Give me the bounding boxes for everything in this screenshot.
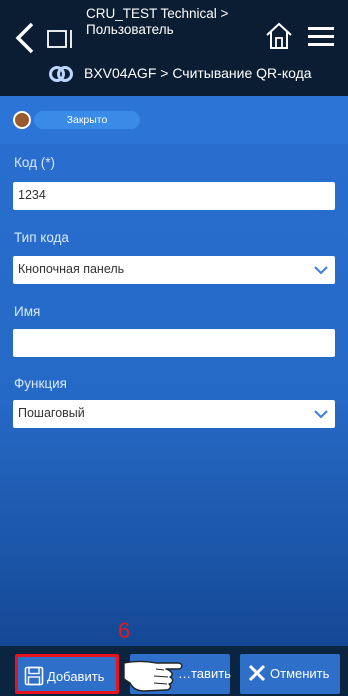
chevron-down-icon xyxy=(314,410,328,419)
link-icon xyxy=(49,66,73,82)
function-label: Функция xyxy=(14,376,67,391)
cancel-button[interactable]: Отменить xyxy=(240,654,340,694)
back-arrow-icon[interactable] xyxy=(12,18,38,58)
form-area: Закрыто Код (*) 1234 Тип кода Кнопочная … xyxy=(0,96,348,646)
code-type-label: Тип кода xyxy=(14,230,69,245)
home-icon[interactable] xyxy=(264,20,294,52)
breadcrumb-text: BXV04AGF > Считывание QR-кода xyxy=(84,65,312,81)
status-indicator-dot xyxy=(13,111,31,129)
code-label: Код (*) xyxy=(14,155,55,170)
code-input[interactable]: 1234 xyxy=(13,182,335,210)
add-button[interactable]: Добавить xyxy=(15,654,119,694)
code-type-value: Кнопочная панель xyxy=(18,262,125,276)
user-title: Пользователь xyxy=(86,22,174,37)
status-badge[interactable]: Закрыто xyxy=(34,111,140,129)
pointing-hand-icon xyxy=(123,660,183,692)
code-type-select[interactable]: Кнопочная панель xyxy=(13,256,335,284)
cancel-button-label: Отменить xyxy=(270,666,330,681)
name-label: Имя xyxy=(14,304,41,319)
chevron-down-icon xyxy=(314,266,328,275)
save-disk-icon xyxy=(24,666,44,686)
device-icon[interactable] xyxy=(46,26,76,54)
hamburger-menu-icon[interactable] xyxy=(306,24,336,50)
name-input[interactable] xyxy=(13,329,335,357)
function-select[interactable]: Пошаговый xyxy=(13,400,335,428)
close-icon xyxy=(248,664,266,682)
breadcrumb: BXV04AGF > Считывание QR-кода xyxy=(0,60,348,88)
app-header: CRU_TEST Technical > Пользователь BXV04A… xyxy=(0,0,348,96)
step-number-annotation: 6 xyxy=(118,618,131,643)
header-title: CRU_TEST Technical > Пользователь xyxy=(86,6,246,38)
status-row: Закрыто xyxy=(0,96,348,144)
function-value: Пошаговый xyxy=(18,406,85,420)
site-title: CRU_TEST Technical > xyxy=(86,6,229,21)
code-value: 1234 xyxy=(18,188,46,202)
add-button-label: Добавить xyxy=(47,669,105,684)
